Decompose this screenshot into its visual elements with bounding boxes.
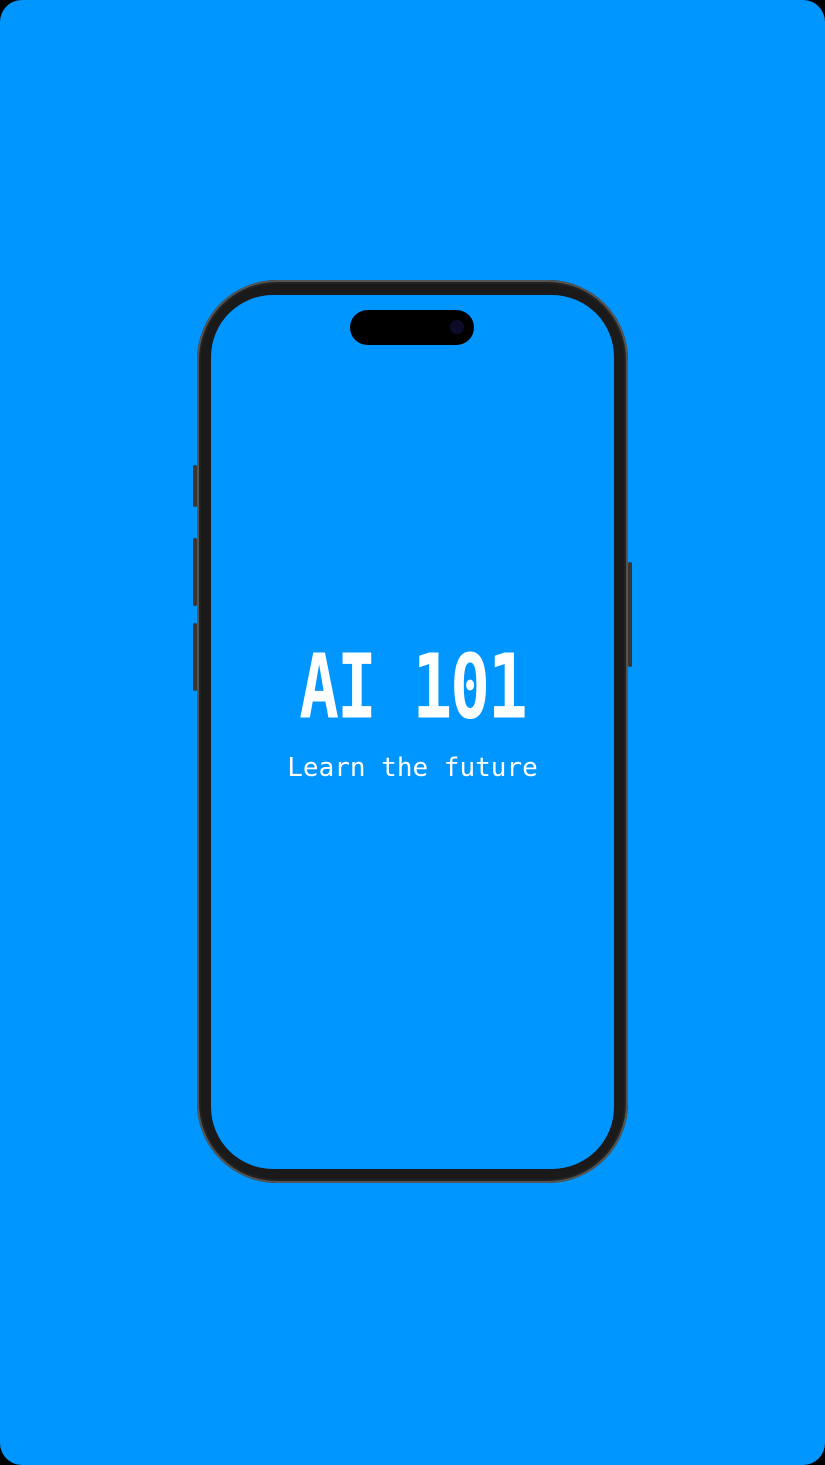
volume-down-button [193, 623, 197, 691]
dynamic-island [350, 310, 474, 345]
power-button [628, 562, 632, 667]
app-logo: AI 101 [299, 634, 527, 739]
phone-screen: AI 101 Learn the future [211, 295, 614, 1169]
splash-page: AI 101 Learn the future [0, 0, 825, 1465]
volume-up-button [193, 538, 197, 606]
phone-frame: AI 101 Learn the future [193, 280, 632, 1183]
action-button [193, 465, 197, 507]
tagline: Learn the future [287, 753, 538, 783]
camera-icon [450, 320, 464, 334]
